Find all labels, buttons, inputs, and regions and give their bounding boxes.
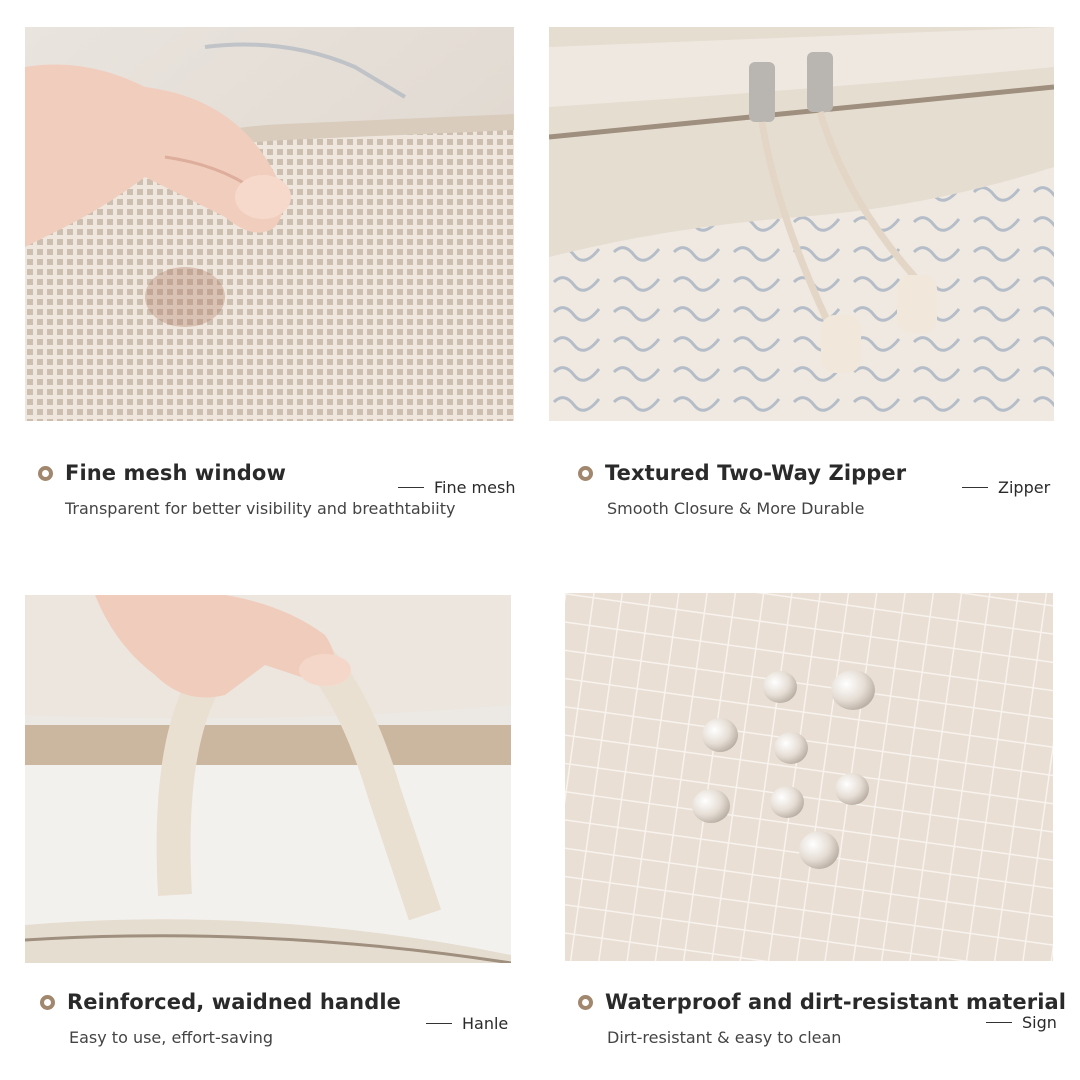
tag-label: Fine mesh <box>434 478 516 497</box>
waterproof-photo <box>565 593 1053 961</box>
zipper-photo <box>549 27 1054 421</box>
circle-bullet-icon <box>578 465 593 481</box>
fine-mesh-photo <box>25 27 514 421</box>
feature-title: Fine mesh window <box>65 461 286 485</box>
feature-tag: Sign <box>986 1013 1057 1032</box>
feature-title: Textured Two-Way Zipper <box>605 461 907 485</box>
tag-rule <box>962 486 988 489</box>
tag-rule <box>398 486 424 489</box>
handle-photo <box>25 595 511 963</box>
feature-zipper: Textured Two-Way Zipper Smooth Closure &… <box>578 461 906 518</box>
circle-bullet-icon <box>40 994 55 1010</box>
tag-label: Sign <box>1022 1013 1057 1032</box>
tag-label: Hanle <box>462 1014 509 1033</box>
feature-tag: Hanle <box>426 1014 508 1033</box>
feature-subtitle: Easy to use, effort-saving <box>69 1028 274 1047</box>
feature-fine-mesh: Fine mesh window Transparent for better … <box>38 461 455 518</box>
circle-bullet-icon <box>578 994 593 1010</box>
feature-title: Waterproof and dirt-resistant material <box>605 990 1067 1014</box>
feature-subtitle: Transparent for better visibility and br… <box>65 499 456 518</box>
feature-subtitle: Smooth Closure & More Durable <box>607 499 865 518</box>
circle-bullet-icon <box>38 465 53 481</box>
tag-rule <box>426 1022 452 1025</box>
feature-title: Reinforced, waidned handle <box>67 990 401 1014</box>
tag-rule <box>986 1021 1012 1024</box>
feature-tag: Fine mesh <box>398 478 515 497</box>
feature-handle: Reinforced, waidned handle Easy to use, … <box>40 990 401 1047</box>
feature-tag: Zipper <box>962 478 1050 497</box>
tag-label: Zipper <box>998 478 1051 497</box>
